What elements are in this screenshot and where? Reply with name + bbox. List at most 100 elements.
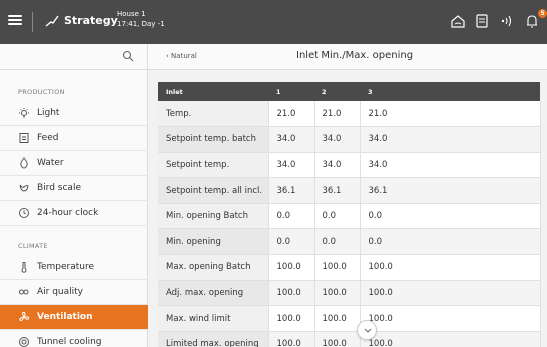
document-icon[interactable] — [474, 13, 490, 29]
sidebar-item-light[interactable]: Light — [0, 101, 148, 126]
sidebar-item-label: 24-hour clock — [37, 208, 99, 218]
row-label: Max. opening Batch — [158, 254, 269, 281]
sidebar-item-ventilation[interactable]: Ventilation — [0, 305, 148, 330]
cell-value[interactable]: 100.0 — [360, 280, 541, 307]
table-row: Temp. 21.0 21.0 21.0 — [158, 101, 541, 128]
back-link[interactable]: ‹ Natural — [166, 52, 197, 60]
cell-value[interactable]: 100.0 — [360, 331, 541, 347]
table-row: Limited max. opening 100.0 100.0 100.0 — [158, 331, 541, 347]
table-header-row: Inlet 1 2 3 — [158, 82, 540, 101]
table-row: Adj. max. opening 100.0 100.0 100.0 — [158, 280, 541, 307]
sidebar-item-label: Temperature — [37, 262, 95, 272]
section-label-production: PRODUCTION — [18, 88, 65, 96]
sidebar-item-air-quality[interactable]: Air quality — [0, 280, 148, 305]
sidebar-item-label: Light — [37, 108, 60, 118]
cell-value[interactable]: 34.0 — [268, 152, 315, 179]
app-title[interactable]: Strategy — [64, 14, 118, 27]
table-row: Setpoint temp. 34.0 34.0 34.0 — [158, 152, 541, 179]
cell-value[interactable]: 21.0 — [360, 101, 541, 128]
table-header: 1 — [268, 82, 314, 101]
row-label: Min. opening Batch — [158, 203, 269, 230]
main-content: ‹ Natural Inlet Min./Max. opening Inlet … — [148, 44, 547, 347]
sidebar-item-tunnel-cooling[interactable]: Tunnel cooling — [0, 330, 148, 347]
row-label: Setpoint temp. batch — [158, 126, 269, 153]
table-header: 3 — [360, 82, 540, 101]
cell-value[interactable]: 36.1 — [314, 177, 361, 204]
house-name: House 1 — [117, 10, 146, 18]
table-header: 2 — [314, 82, 360, 101]
row-label: Adj. max. opening — [158, 280, 269, 307]
sidebar-item-label: Tunnel cooling — [37, 337, 102, 347]
cell-value[interactable]: 34.0 — [268, 126, 315, 153]
sidebar-item-label: Ventilation — [37, 312, 93, 322]
cell-value[interactable]: 100.0 — [314, 254, 361, 281]
cell-value[interactable]: 21.0 — [314, 101, 361, 128]
cell-value[interactable]: 100.0 — [360, 254, 541, 281]
cell-value[interactable]: 21.0 — [268, 101, 315, 128]
back-label: Natural — [171, 52, 197, 60]
strategy-icon — [45, 15, 59, 27]
row-label: Temp. — [158, 101, 269, 128]
cell-value[interactable]: 100.0 — [268, 254, 315, 281]
sidebar-search[interactable] — [0, 44, 148, 70]
row-label: Limited max. opening — [158, 331, 269, 347]
cell-value[interactable]: 100.0 — [314, 331, 361, 347]
chevron-down-icon — [364, 328, 372, 333]
sidebar: PRODUCTION Light Feed Water Bird scale 2… — [0, 44, 148, 347]
cell-value[interactable]: 34.0 — [360, 152, 541, 179]
table-row: Setpoint temp. all incl. 36.1 36.1 36.1 — [158, 177, 541, 204]
cell-value[interactable]: 100.0 — [268, 280, 315, 307]
notification-badge: 5 — [538, 9, 547, 18]
cell-value[interactable]: 100.0 — [268, 331, 315, 347]
bird-icon — [19, 184, 29, 192]
sidebar-item-water[interactable]: Water — [0, 151, 148, 176]
thermometer-icon — [21, 262, 27, 273]
sidebar-item-label: Feed — [37, 133, 59, 143]
sidebar-item-feed[interactable]: Feed — [0, 126, 148, 151]
sidebar-item-temperature[interactable]: Temperature — [0, 255, 148, 280]
co2-icon — [19, 289, 29, 295]
cell-value[interactable]: 100.0 — [314, 305, 361, 332]
cell-value[interactable]: 100.0 — [314, 280, 361, 307]
cell-value[interactable]: 100.0 — [360, 305, 541, 332]
sidebar-item-label: Air quality — [37, 287, 84, 297]
table-row: Setpoint temp. batch 34.0 34.0 34.0 — [158, 126, 541, 153]
sidebar-item-label: Water — [37, 158, 64, 168]
row-label: Setpoint temp. all incl. — [158, 177, 269, 204]
fan-icon — [19, 311, 30, 322]
menu-icon[interactable] — [8, 12, 22, 28]
search-icon[interactable] — [122, 50, 134, 62]
cell-value[interactable]: 0.0 — [360, 228, 541, 256]
cell-value[interactable]: 34.0 — [314, 126, 361, 153]
row-label: Setpoint temp. — [158, 152, 269, 179]
cell-value[interactable]: 100.0 — [268, 305, 315, 332]
clock-icon — [19, 208, 29, 218]
cell-value[interactable]: 34.0 — [314, 152, 361, 179]
sidebar-item-bird-scale[interactable]: Bird scale — [0, 176, 148, 201]
cell-value[interactable]: 0.0 — [268, 203, 315, 230]
home-icon[interactable] — [450, 13, 466, 29]
divider — [32, 12, 33, 32]
table-row: Max. wind limit 100.0 100.0 100.0 — [158, 305, 541, 332]
chevron-left-icon: ‹ — [166, 52, 169, 60]
cell-value[interactable]: 0.0 — [360, 203, 541, 230]
house-info[interactable]: House 1 17:41, Day -1 — [117, 9, 165, 29]
cell-value[interactable]: 36.1 — [360, 177, 541, 204]
table-row: Min. opening Batch 0.0 0.0 0.0 — [158, 203, 541, 230]
top-bar: Strategy House 1 17:41, Day -1 5 — [0, 0, 547, 44]
row-label: Min. opening — [158, 228, 269, 256]
cell-value[interactable]: 0.0 — [268, 228, 315, 256]
signal-icon[interactable] — [498, 13, 514, 29]
section-label-climate: CLIMATE — [18, 242, 48, 250]
cell-value[interactable]: 0.0 — [314, 228, 361, 256]
table-row: Max. opening Batch 100.0 100.0 100.0 — [158, 254, 541, 281]
cooling-icon — [19, 337, 29, 347]
sidebar-item-24-hour-clock[interactable]: 24-hour clock — [0, 201, 148, 226]
cell-value[interactable]: 36.1 — [268, 177, 315, 204]
sidebar-item-label: Bird scale — [37, 183, 81, 193]
scroll-down-button[interactable] — [357, 320, 377, 340]
page-title: Inlet Min./Max. opening — [296, 50, 414, 61]
cell-value[interactable]: 34.0 — [360, 126, 541, 153]
cell-value[interactable]: 0.0 — [314, 203, 361, 230]
bulb-icon — [19, 108, 29, 118]
